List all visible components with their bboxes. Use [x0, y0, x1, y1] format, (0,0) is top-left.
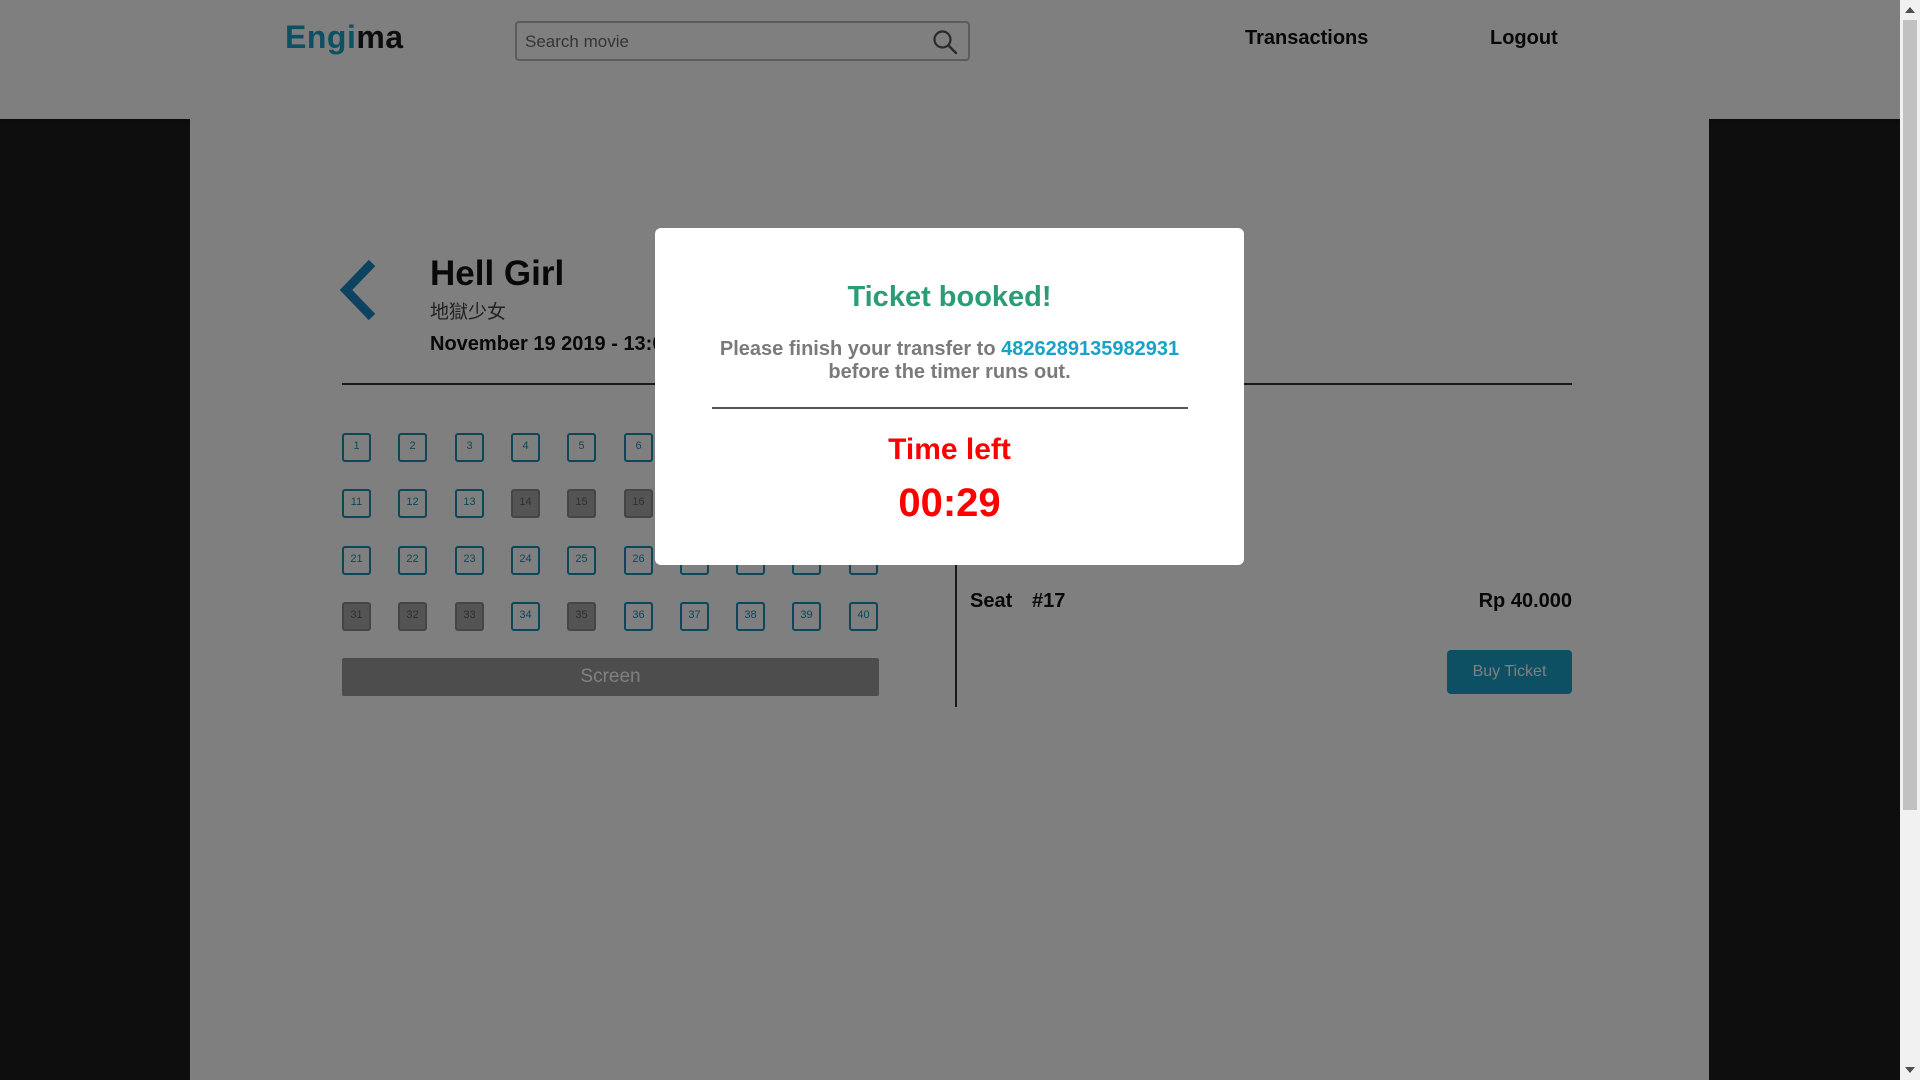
scrollbar-thumb[interactable] — [1903, 20, 1917, 810]
account-number: 4826289135982931 — [1001, 338, 1180, 360]
modal-title: Ticket booked! — [847, 281, 1052, 313]
message-prefix: Please finish your transfer to — [719, 338, 996, 360]
scrollbar[interactable] — [1900, 0, 1920, 1080]
scroll-down-icon[interactable] — [1905, 1067, 1915, 1073]
scroll-up-icon[interactable] — [1905, 7, 1915, 13]
time-left-label: Time left — [888, 433, 1011, 466]
countdown-timer: 00:29 — [898, 481, 1001, 525]
modal-divider — [712, 407, 1188, 409]
booking-modal: Ticket booked! Please finish your transf… — [655, 228, 1244, 565]
message-suffix: before the timer runs out. — [828, 361, 1071, 383]
modal-message: Please finish your transfer to 482628913… — [695, 338, 1204, 384]
